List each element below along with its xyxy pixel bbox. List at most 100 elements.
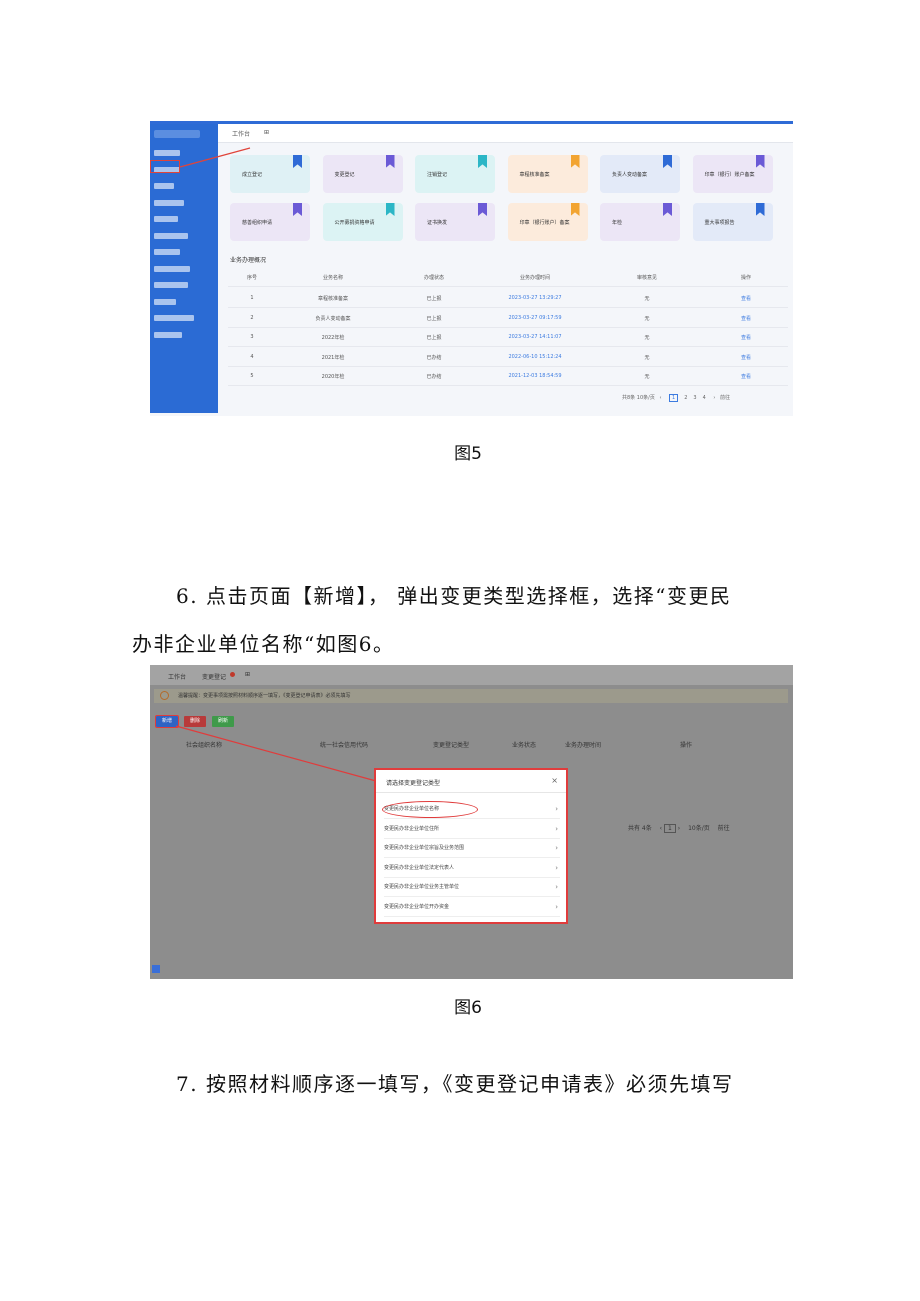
table-header: 审核意见 <box>636 275 658 281</box>
card-label: 章程核准备案 <box>519 172 550 178</box>
business-card[interactable]: 章程核准备案 <box>507 155 588 193</box>
sidebar-item[interactable] <box>154 315 194 321</box>
table-cell: 章程核准备案 <box>317 296 349 302</box>
bookmark-icon <box>385 203 395 216</box>
sidebar-item[interactable] <box>154 282 188 288</box>
card-label: 印章（银行）账户备案 <box>704 172 755 178</box>
card-label: 变更登记 <box>334 172 355 178</box>
option-label: 变更民办非企业单位宗旨及业务范围 <box>384 845 465 851</box>
card-label: 印章（银行账户）备案 <box>519 220 570 226</box>
bookmark-icon <box>293 203 302 216</box>
change-type-option[interactable]: 变更民办非企业单位宗旨及业务范围 › <box>384 839 560 858</box>
pager-next-icon[interactable]: › <box>713 395 715 401</box>
chevron-right-icon: › <box>555 883 558 891</box>
table-divider <box>228 286 788 287</box>
business-card[interactable]: 公开募捐资格申请 <box>322 203 403 241</box>
chevron-right-icon: › <box>555 844 558 852</box>
table-cell: 无 <box>644 296 650 302</box>
table-cell: 已办结 <box>426 354 442 361</box>
business-card[interactable]: 重大事项报告 <box>692 203 773 241</box>
change-type-option[interactable]: 变更民办非企业单位法定代表人 › <box>384 859 560 878</box>
business-card[interactable]: 证书换发 <box>415 203 495 241</box>
card-label: 注销登记 <box>427 172 448 178</box>
section-title: 业务办理概况 <box>230 257 267 264</box>
sidebar-item[interactable] <box>154 232 188 239</box>
table-row-divider <box>228 365 788 367</box>
pager-page[interactable]: 3 <box>693 395 696 401</box>
option-label: 变更民办非企业单位法定代表人 <box>384 864 455 871</box>
view-link[interactable]: 查看 <box>741 334 751 341</box>
sidebar-item[interactable] <box>154 249 180 255</box>
bookmark-icon <box>755 203 765 216</box>
highlight-ellipse <box>382 801 478 818</box>
business-card[interactable]: 印章（银行账户）备案 <box>507 203 588 241</box>
chevron-right-icon: › <box>555 805 558 813</box>
sidebar-item[interactable] <box>154 183 174 189</box>
pager-per-page[interactable]: 10条/页 <box>637 395 655 401</box>
pager-prev-icon[interactable]: ‹ <box>659 395 661 401</box>
highlight-box <box>150 160 180 173</box>
view-link[interactable]: 查看 <box>741 315 751 322</box>
sidebar-item[interactable] <box>154 216 178 222</box>
business-card[interactable]: 成立登记 <box>230 155 310 193</box>
tab-bar: 工作台 ⊞ <box>218 124 793 143</box>
chevron-right-icon: › <box>555 824 558 833</box>
bookmark-icon <box>570 155 580 168</box>
table-cell: 2023-03-27 14:11:07 <box>508 334 562 340</box>
paragraph-step6-line1: 6. 点击页面【新增】， 弹出变更类型选择框，选择“变更民 <box>176 584 732 608</box>
table-row-divider <box>228 385 788 386</box>
pager-goto[interactable]: 前往 <box>720 395 730 401</box>
view-link[interactable]: 查看 <box>741 373 751 380</box>
chevron-right-icon: › <box>555 863 558 872</box>
sidebar-item[interactable] <box>154 265 190 272</box>
table-cell: 已上报 <box>426 335 442 341</box>
sidebar-item[interactable] <box>154 331 182 338</box>
change-type-option[interactable]: 变更民办非企业单位住所 › <box>384 820 560 839</box>
pager-page[interactable]: 1 <box>669 394 679 402</box>
sidebar-item[interactable] <box>154 199 184 206</box>
pager-total: 共8条 <box>622 395 636 401</box>
table-cell: 5 <box>250 373 254 379</box>
table-cell: 负责人变动备案 <box>315 315 351 322</box>
figure-6-screenshot: 工作台 变更登记 ⊞ 温馨提醒：变更事项需按照材料顺序逐一填写，《变更登记申请表… <box>150 665 793 979</box>
tab-settings-icon[interactable]: ⊞ <box>264 129 269 136</box>
table-cell: 2021年检 <box>321 354 345 361</box>
pager-page[interactable]: 2 <box>684 395 687 401</box>
table-cell: 无 <box>644 315 650 322</box>
sidebar-search[interactable] <box>154 130 200 138</box>
business-card[interactable]: 慈善组织申请 <box>230 203 310 241</box>
business-card[interactable]: 年检 <box>600 203 680 241</box>
pagination: 共8条 10条/页 ‹ 123 4 › 前往 <box>622 394 730 402</box>
business-card[interactable]: 印章（银行）账户备案 <box>692 155 773 193</box>
close-icon[interactable]: × <box>551 776 558 785</box>
table-cell: 4 <box>250 353 254 360</box>
table-cell: 无 <box>644 335 650 341</box>
table-cell: 2022年检 <box>321 335 345 341</box>
business-card[interactable]: 变更登记 <box>322 155 403 193</box>
table-cell: 已上报 <box>426 315 442 322</box>
business-card[interactable]: 负责人变动备案 <box>600 155 680 193</box>
table-cell: 3 <box>250 334 254 340</box>
table-cell: 已办结 <box>426 374 442 380</box>
table-header: 操作 <box>740 275 752 281</box>
table-cell: 2 <box>250 314 254 321</box>
change-type-option[interactable]: 变更民办非企业单位开办资金 › <box>384 898 560 917</box>
collapse-icon[interactable] <box>152 965 160 973</box>
bookmark-icon <box>755 155 765 168</box>
table-cell: 2023-03-27 13:29:27 <box>508 295 562 301</box>
figure-6-caption: 图6 <box>454 998 482 1018</box>
bookmark-icon <box>570 203 580 216</box>
option-label: 变更民办非企业单位住所 <box>384 825 440 832</box>
sidebar-item[interactable] <box>154 150 180 156</box>
table-cell: 2023-03-27 09:17:59 <box>508 314 562 321</box>
pager-page[interactable]: 4 <box>703 395 706 401</box>
change-type-option[interactable]: 变更民办非企业单位业务主管单位 › <box>384 878 560 897</box>
card-label: 成立登记 <box>242 172 263 178</box>
card-label: 重大事项报告 <box>704 220 735 226</box>
view-link[interactable]: 查看 <box>741 354 751 361</box>
card-label: 年检 <box>612 220 623 226</box>
tab-workbench[interactable]: 工作台 <box>232 129 250 138</box>
view-link[interactable]: 查看 <box>741 295 751 302</box>
sidebar-item[interactable] <box>154 298 176 305</box>
business-card[interactable]: 注销登记 <box>415 155 495 193</box>
